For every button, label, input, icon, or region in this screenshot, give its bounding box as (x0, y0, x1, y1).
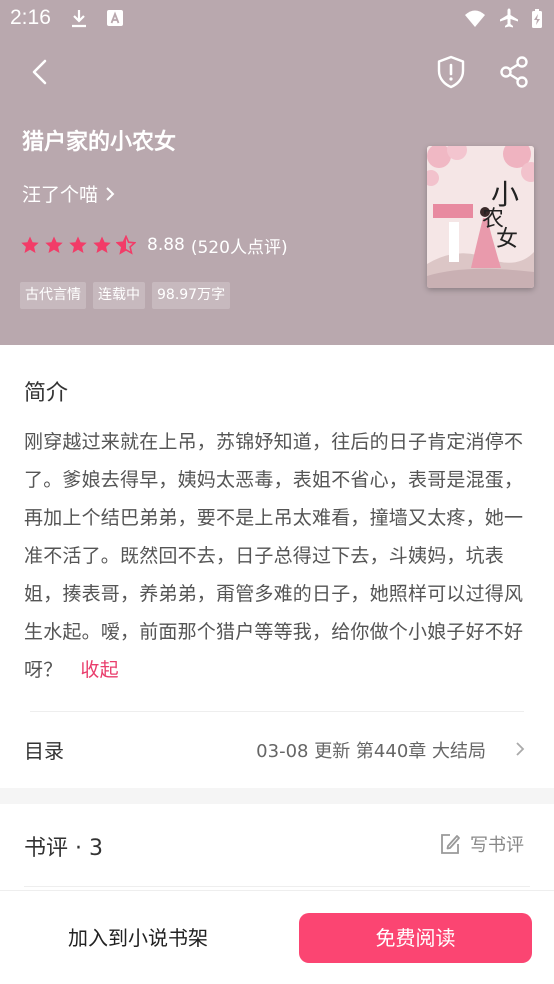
book-cover: 小 农 女 (427, 146, 534, 288)
toc-latest-chapter: 03-08 更新 第440章 大结局 (256, 741, 486, 762)
star-icon (45, 236, 63, 253)
airplane-icon (498, 7, 520, 29)
reviews-title: 书评 · 3 (24, 836, 103, 861)
intro-card: 简介 刚穿越过来就在上吊，苏锦妤知道，往后的日子肯定消停不了。爹娘去得早，姨妈太… (0, 345, 554, 788)
free-read-button[interactable]: 免费阅读 (299, 913, 532, 963)
author-link[interactable]: 汪了个喵 (22, 180, 116, 207)
rating-stars (20, 235, 140, 255)
intro-text: 刚穿越过来就在上吊，苏锦妤知道，往后的日子肯定消停不了。爹娘去得早，姨妈太恶毒，… (24, 431, 524, 681)
download-icon (68, 7, 90, 29)
rating-score: 8.88 (147, 235, 185, 255)
wifi-icon (464, 7, 486, 29)
book-tag: 98.97万字 (152, 282, 231, 309)
author-name: 汪了个喵 (22, 184, 99, 206)
back-button[interactable] (20, 52, 60, 92)
book-title: 猎户家的小农女 (22, 130, 177, 155)
chevron-right-icon (516, 742, 525, 756)
share-button[interactable] (494, 52, 534, 92)
rating-count: (520人点评) (190, 237, 288, 258)
toc-label: 目录 (24, 739, 64, 763)
status-time: 2:16 (10, 6, 51, 29)
intro-text-block: 刚穿越过来就在上吊，苏锦妤知道，往后的日子肯定消停不了。爹娘去得早，姨妈太恶毒，… (24, 423, 530, 689)
collapse-link[interactable]: 收起 (80, 659, 118, 681)
write-review-button[interactable]: 写书评 (438, 831, 524, 857)
chevron-right-icon (106, 186, 115, 201)
book-tags: 古代言情 连载中 98.97万字 (20, 282, 237, 309)
divider (24, 886, 530, 887)
reviews-card: 书评 · 3 写书评 (0, 804, 554, 894)
write-review-label: 写书评 (470, 835, 524, 856)
intro-heading: 简介 (24, 381, 69, 406)
back-arrow-icon (32, 59, 47, 85)
rating: 8.88 (520人点评) (20, 232, 288, 258)
book-tag: 连载中 (93, 282, 145, 309)
book-tag: 古代言情 (20, 282, 86, 309)
star-icon (21, 236, 39, 253)
shield-alert-icon (437, 55, 465, 89)
star-icon (116, 235, 136, 255)
status-bar: 2:16 (0, 0, 554, 36)
app-notification-icon (104, 7, 126, 29)
star-icon (93, 236, 111, 253)
book-header: 2:16 猎户家的小农女 汪了个喵 8.88 (520人点评) 古代言情连载中 (0, 0, 554, 345)
battery-icon (526, 7, 548, 29)
svg-text:女: 女 (496, 227, 518, 252)
edit-icon (441, 834, 460, 854)
toc-row[interactable]: 目录 03-08 更新 第440章 大结局 (0, 712, 554, 788)
report-button[interactable] (431, 52, 471, 92)
add-to-shelf-button[interactable]: 加入到小说书架 (38, 913, 238, 963)
bottom-action-bar: 加入到小说书架 免费阅读 (0, 890, 554, 984)
share-icon (500, 56, 528, 88)
star-icon (69, 236, 87, 253)
